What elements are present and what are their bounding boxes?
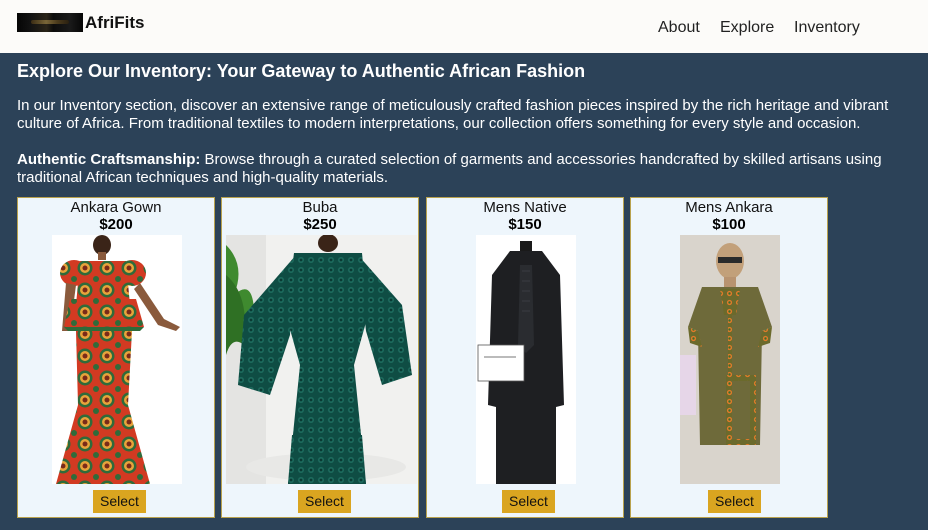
product-name: Mens Ankara <box>685 199 773 216</box>
brand-name[interactable]: AfriFits <box>85 13 145 33</box>
site-header: AfriFits About Explore Inventory <box>0 0 928 53</box>
craftsmanship-label: Authentic Craftsmanship: <box>17 151 201 168</box>
product-card-buba: Buba $250 Select <box>221 197 419 518</box>
product-price: $250 <box>303 216 337 233</box>
product-name: Ankara Gown <box>70 199 162 216</box>
select-button[interactable]: Select <box>708 490 761 513</box>
product-price: $100 <box>712 216 746 233</box>
product-card-mens-native: Mens Native $150 Select <box>426 197 624 518</box>
page-title: Explore Our Inventory: Your Gateway to A… <box>17 61 586 81</box>
select-button[interactable]: Select <box>502 490 555 513</box>
logo-image[interactable] <box>17 13 83 32</box>
nav-link-about[interactable]: About <box>658 18 700 37</box>
nav-link-explore[interactable]: Explore <box>720 18 774 37</box>
product-image-mens-native <box>476 235 576 484</box>
product-card-ankara-gown: Ankara Gown $200 Select <box>17 197 215 518</box>
nav-link-inventory[interactable]: Inventory <box>794 18 860 37</box>
product-price: $200 <box>99 216 133 233</box>
product-image-ankara-gown <box>52 235 182 484</box>
intro-paragraph: In our Inventory section, discover an ex… <box>17 97 889 132</box>
select-button[interactable]: Select <box>298 490 351 513</box>
craftsmanship-paragraph: Authentic Craftsmanship: Browse through … <box>17 151 912 187</box>
select-button[interactable]: Select <box>93 490 146 513</box>
product-card-mens-ankara: Mens Ankara $100 Select <box>630 197 828 518</box>
product-price: $150 <box>508 216 542 233</box>
product-image-mens-ankara <box>680 235 780 484</box>
product-name: Buba <box>302 199 338 216</box>
product-image-buba <box>226 235 417 484</box>
product-name: Mens Native <box>483 199 567 216</box>
